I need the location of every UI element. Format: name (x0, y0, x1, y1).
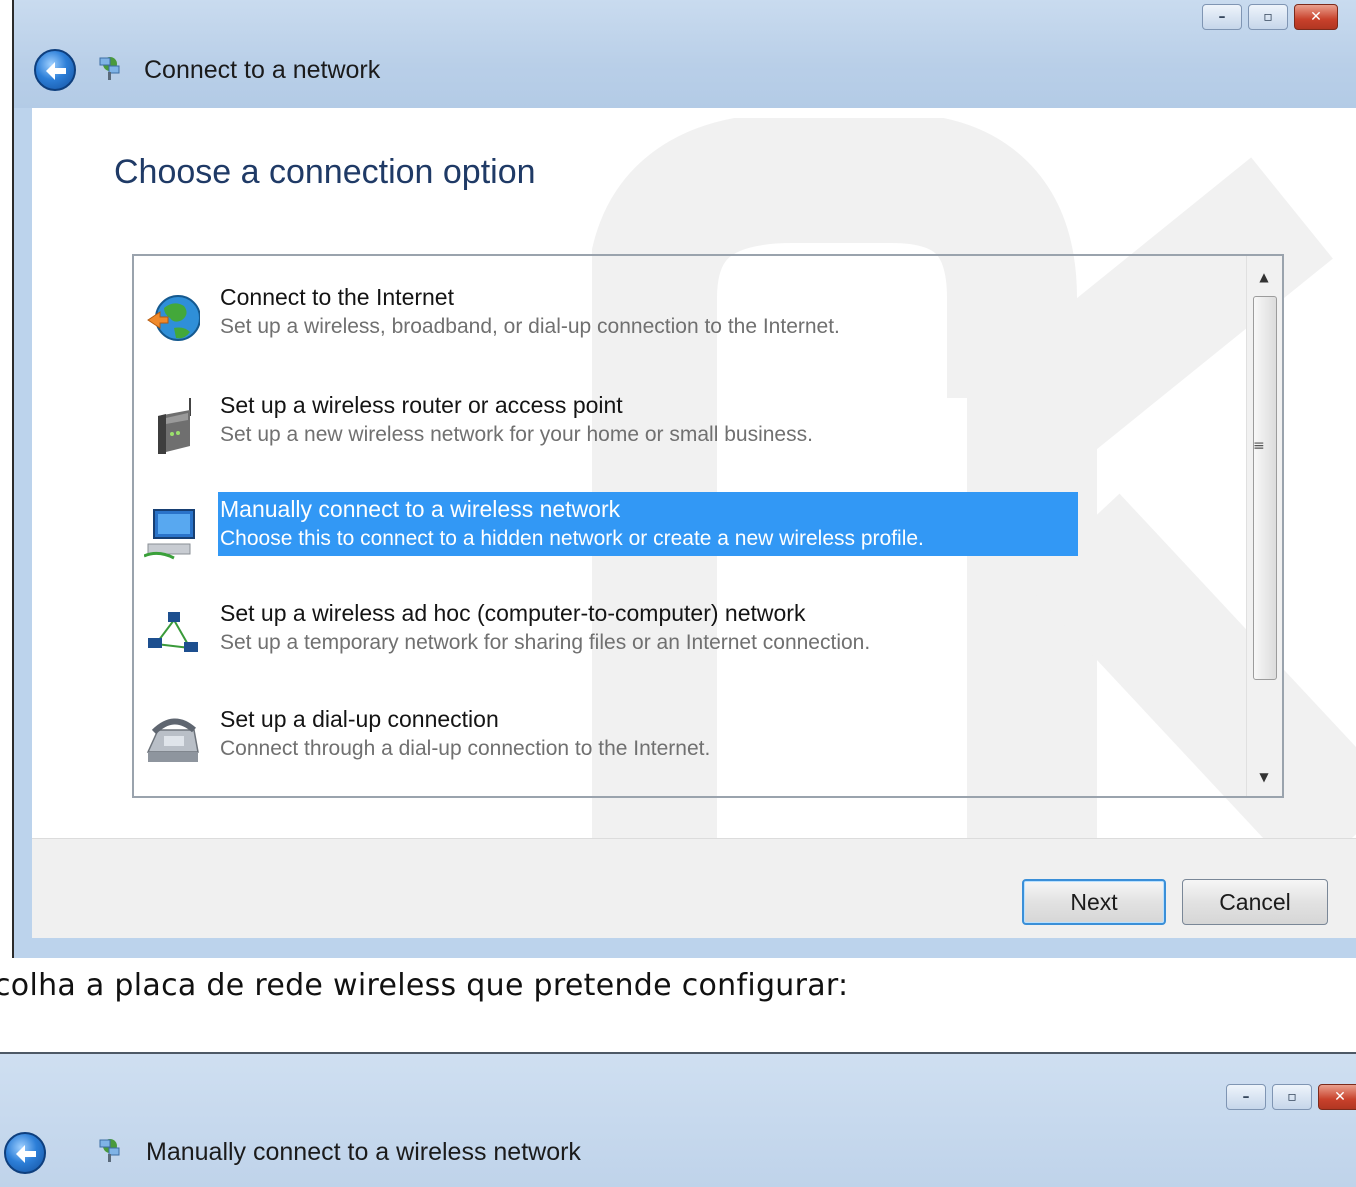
option-wireless-router[interactable]: Set up a wireless router or access point… (134, 392, 1239, 492)
close-button[interactable]: ✕ (1294, 4, 1338, 30)
maximize-button[interactable]: ▫ (1248, 4, 1288, 30)
minimize-button[interactable]: – (1202, 4, 1242, 30)
back-button[interactable] (4, 1132, 46, 1174)
option-title: Set up a wireless router or access point (220, 392, 623, 418)
option-connect-internet[interactable]: Connect to the Internet Set up a wireles… (134, 284, 1239, 384)
phone-icon (146, 718, 199, 762)
close-icon: ✕ (1334, 1089, 1346, 1105)
network-icon (99, 57, 120, 80)
dialog-footer: Next Cancel (32, 838, 1356, 938)
option-description: Connect through a dial-up connection to … (220, 737, 711, 760)
minimize-button[interactable]: – (1226, 1084, 1266, 1110)
connect-network-window: Connect to a network – ▫ ✕ Choose a conn… (12, 0, 1356, 958)
network-icon (99, 1139, 120, 1162)
option-adhoc-network[interactable]: Set up a wireless ad hoc (computer-to-co… (134, 600, 1239, 700)
vertical-scrollbar[interactable]: ▲ ≡ ▼ (1246, 256, 1282, 796)
cancel-button[interactable]: Cancel (1182, 879, 1328, 925)
globe-icon (147, 295, 200, 341)
close-icon: ✕ (1310, 9, 1322, 25)
window-title: Manually connect to a wireless network (146, 1138, 581, 1166)
option-manual-wireless[interactable]: Manually connect to a wireless network C… (134, 492, 1239, 596)
manual-connect-window: Manually connect to a wireless network –… (0, 1052, 1356, 1187)
minimize-icon: – (1218, 9, 1226, 25)
maximize-icon: ▫ (1287, 1089, 1297, 1105)
window-bottom-border (14, 938, 1356, 958)
title-bar: Connect to a network – ▫ ✕ (14, 0, 1356, 108)
option-title: Manually connect to a wireless network (220, 496, 621, 522)
option-dialup[interactable]: Set up a dial-up connection Connect thro… (134, 706, 1239, 806)
next-button[interactable]: Next (1022, 879, 1166, 925)
option-description: Choose this to connect to a hidden netwo… (220, 527, 924, 550)
connection-options-list[interactable]: Connect to the Internet Set up a wireles… (132, 254, 1284, 798)
close-button[interactable]: ✕ (1318, 1084, 1356, 1110)
back-button[interactable] (34, 49, 76, 91)
scrollbar-thumb[interactable] (1253, 296, 1277, 680)
option-description: Set up a new wireless network for your h… (220, 423, 813, 446)
adhoc-network-icon (148, 612, 198, 652)
option-title: Set up a dial-up connection (220, 706, 499, 732)
back-arrow-icon (46, 62, 66, 80)
caption-buttons: – ▫ ✕ (1226, 1084, 1356, 1110)
window-title: Connect to a network (144, 56, 381, 84)
scroll-up-icon[interactable]: ▲ (1247, 262, 1281, 292)
scroll-grip-icon: ≡ (1253, 438, 1265, 454)
page-heading: Choose a connection option (114, 153, 536, 191)
maximize-button[interactable]: ▫ (1272, 1084, 1312, 1110)
back-arrow-icon (16, 1145, 36, 1163)
maximize-icon: ▫ (1263, 9, 1273, 25)
minimize-icon: – (1242, 1089, 1250, 1105)
router-icon (158, 398, 191, 454)
caption-buttons: – ▫ ✕ (1202, 4, 1338, 30)
option-title: Set up a wireless ad hoc (computer-to-co… (220, 600, 806, 626)
option-description: Set up a wireless, broadband, or dial-up… (220, 315, 840, 338)
dialog-content: Choose a connection option Connect to th… (32, 108, 1356, 838)
computer-network-icon (144, 509, 195, 560)
instruction-caption: colha a placa de rede wireless que prete… (0, 968, 849, 1003)
scroll-down-icon[interactable]: ▼ (1247, 762, 1281, 792)
option-title: Connect to the Internet (220, 284, 454, 310)
option-description: Set up a temporary network for sharing f… (220, 631, 871, 654)
